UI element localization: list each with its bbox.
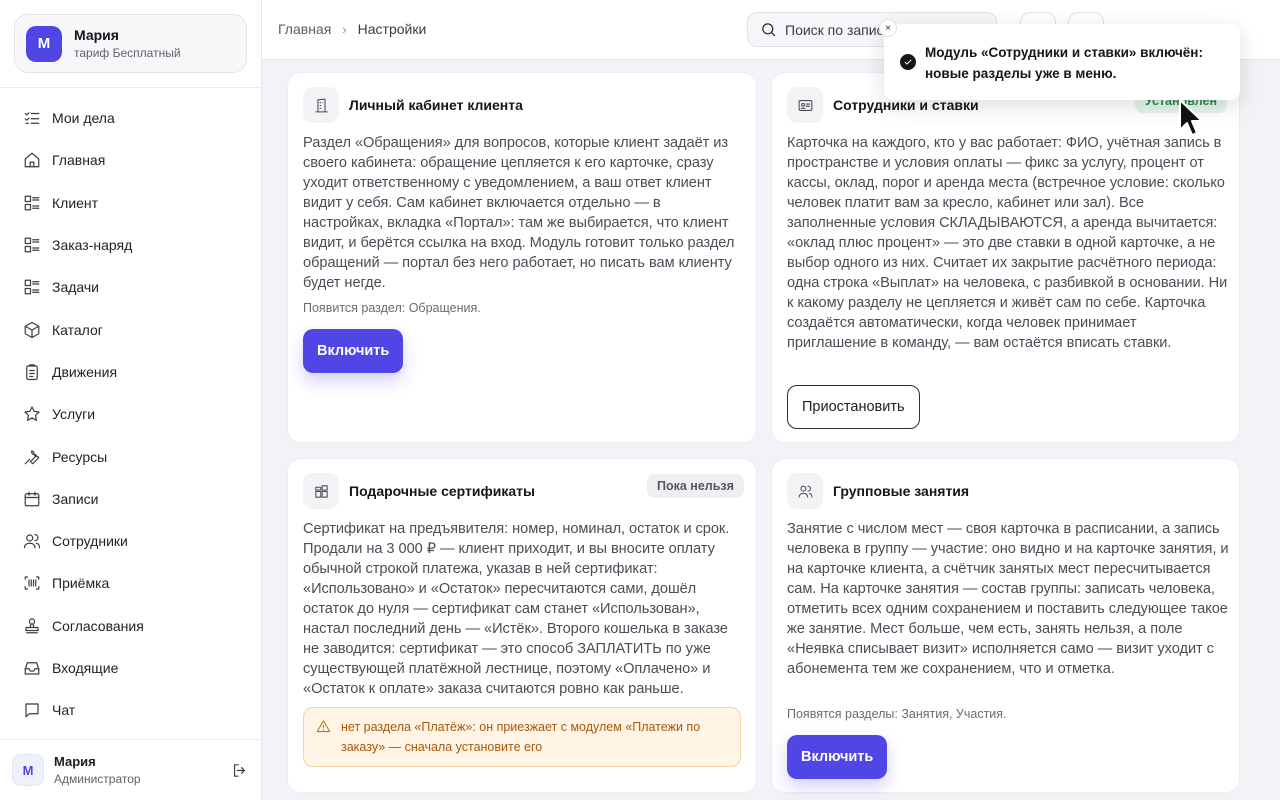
list-icon <box>22 193 42 213</box>
search-icon <box>762 23 776 37</box>
sidebar-nav: Мои дела Главная Клиент Заказ-наряд Зада… <box>14 97 248 731</box>
module-card-client-portal: Личный кабинет клиента Раздел «Обращения… <box>287 72 757 443</box>
inbox-icon <box>22 658 42 678</box>
calendar-icon <box>22 489 42 509</box>
id-card-icon <box>787 87 823 123</box>
pause-button[interactable]: Приостановить <box>787 385 920 429</box>
sidebar-item-label: Ресурсы <box>52 448 108 465</box>
sidebar-item-approvals[interactable]: Согласования <box>14 605 248 647</box>
sidebar-item-label: Каталог <box>52 321 103 338</box>
sidebar-item-label: Услуги <box>52 406 96 423</box>
sidebar-item-receiving[interactable]: Приёмка <box>14 562 248 604</box>
sidebar-item-label: Задачи <box>52 279 100 296</box>
sidebar-item-chat[interactable]: Чат <box>14 689 248 731</box>
sidebar-item-label: Заказ-наряд <box>52 237 133 254</box>
card-description: Занятие с числом мест — своя карточка в … <box>787 521 1229 677</box>
stamp-icon <box>22 616 42 636</box>
module-card-group-classes: Групповые занятия Занятие с числом мест … <box>771 458 1240 793</box>
sidebar-item-label: Приёмка <box>52 575 110 592</box>
enable-button[interactable]: Включить <box>303 329 404 373</box>
sidebar-item-home[interactable]: Главная <box>14 139 248 181</box>
user-name: Мария <box>54 754 96 769</box>
account-switcher[interactable]: М Мария тариф Бесплатный <box>14 14 247 73</box>
sidebar-item-work-order[interactable]: Заказ-наряд <box>14 224 248 266</box>
users-icon <box>787 473 823 509</box>
sidebar-item-label: Входящие <box>52 660 119 676</box>
warning-banner: нет раздела «Платёж»: он приезжает с мод… <box>303 707 741 767</box>
sidebar-item-label: Записи <box>52 490 99 507</box>
module-card-staff-rates: Сотрудники и ставки Установлен Карточка … <box>771 72 1240 443</box>
sidebar-item-appointments[interactable]: Записи <box>14 478 248 520</box>
card-description: Карточка на каждого, кто у вас работает:… <box>787 135 1228 351</box>
account-plan: тариф Бесплатный <box>74 46 181 60</box>
toast-notification: × Модуль «Сотрудники и ставки» включён: … <box>879 19 1240 100</box>
card-note: Появится раздел: Обращения. <box>303 301 481 315</box>
breadcrumb-home-link[interactable]: Главная <box>278 21 331 37</box>
toast-close-button[interactable]: × <box>879 19 897 37</box>
building-icon <box>303 87 339 123</box>
sidebar-item-movements[interactable]: Движения <box>14 351 248 393</box>
breadcrumb: Главная › Настройки <box>278 21 426 37</box>
chat-icon <box>22 700 42 720</box>
warning-icon <box>316 720 331 733</box>
account-avatar: М <box>26 25 62 62</box>
card-note: Появятся разделы: Занятия, Участия. <box>787 707 1007 721</box>
status-badge: Пока нельзя <box>647 474 744 498</box>
enable-button[interactable]: Включить <box>787 735 888 779</box>
sidebar-item-label: Согласования <box>52 617 144 634</box>
mouse-cursor-icon <box>1179 99 1203 136</box>
sidebar-item-client[interactable]: Клиент <box>14 182 248 224</box>
card-description: Сертификат на предъявителя: номер, номин… <box>303 521 730 697</box>
list-icon <box>22 235 42 255</box>
sidebar-item-my-tasks[interactable]: Мои дела <box>14 97 248 139</box>
checklist-icon <box>22 108 42 128</box>
sidebar-item-label: Сотрудники <box>52 533 128 550</box>
user-avatar: М <box>12 754 44 786</box>
logout-icon <box>233 763 245 777</box>
warning-text: нет раздела «Платёж»: он приезжает с мод… <box>341 720 701 754</box>
user-role: Администратор <box>54 772 141 786</box>
sidebar-item-inbox[interactable]: Входящие <box>14 647 248 689</box>
sidebar-item-tasks[interactable]: Задачи <box>14 266 248 308</box>
sidebar-divider <box>0 739 261 740</box>
sidebar-item-label: Главная <box>52 152 106 169</box>
module-card-gift-certificates: Подарочные сертификаты Пока нельзя Серти… <box>287 458 757 793</box>
box-icon <box>22 320 42 340</box>
sidebar-item-label: Движения <box>52 363 118 380</box>
home-icon <box>22 150 42 170</box>
users-icon <box>22 531 42 551</box>
gift-icon <box>303 473 339 509</box>
card-title: Подарочные сертификаты <box>349 483 535 499</box>
chevron-right-icon: › <box>342 21 347 37</box>
sidebar-item-catalog[interactable]: Каталог <box>14 308 248 350</box>
sidebar-item-services[interactable]: Услуги <box>14 393 248 435</box>
card-description: Раздел «Обращения» для вопросов, которые… <box>303 135 735 291</box>
account-name: Мария <box>74 27 119 43</box>
barcode-icon <box>22 573 42 593</box>
card-title: Личный кабинет клиента <box>349 97 523 113</box>
sidebar-item-resources[interactable]: Ресурсы <box>14 435 248 477</box>
card-title: Групповые занятия <box>833 483 970 499</box>
current-user: М Мария Администратор <box>12 751 250 789</box>
toast-message: Модуль «Сотрудники и ставки» включён: но… <box>925 45 1203 81</box>
sidebar-item-staff[interactable]: Сотрудники <box>14 520 248 562</box>
list-icon <box>22 277 42 297</box>
star-icon <box>22 404 42 424</box>
breadcrumb-current: Настройки <box>357 21 427 37</box>
sidebar-item-label: Чат <box>52 702 76 719</box>
clipboard-icon <box>22 362 42 382</box>
logout-button[interactable] <box>228 759 250 781</box>
check-circle-icon <box>900 54 916 70</box>
sidebar: М Мария тариф Бесплатный Мои дела Главна… <box>0 0 262 800</box>
sidebar-item-label: Мои дела <box>52 110 115 127</box>
wrench-icon <box>22 447 42 467</box>
sidebar-item-label: Клиент <box>52 194 99 211</box>
sidebar-divider <box>0 87 261 88</box>
